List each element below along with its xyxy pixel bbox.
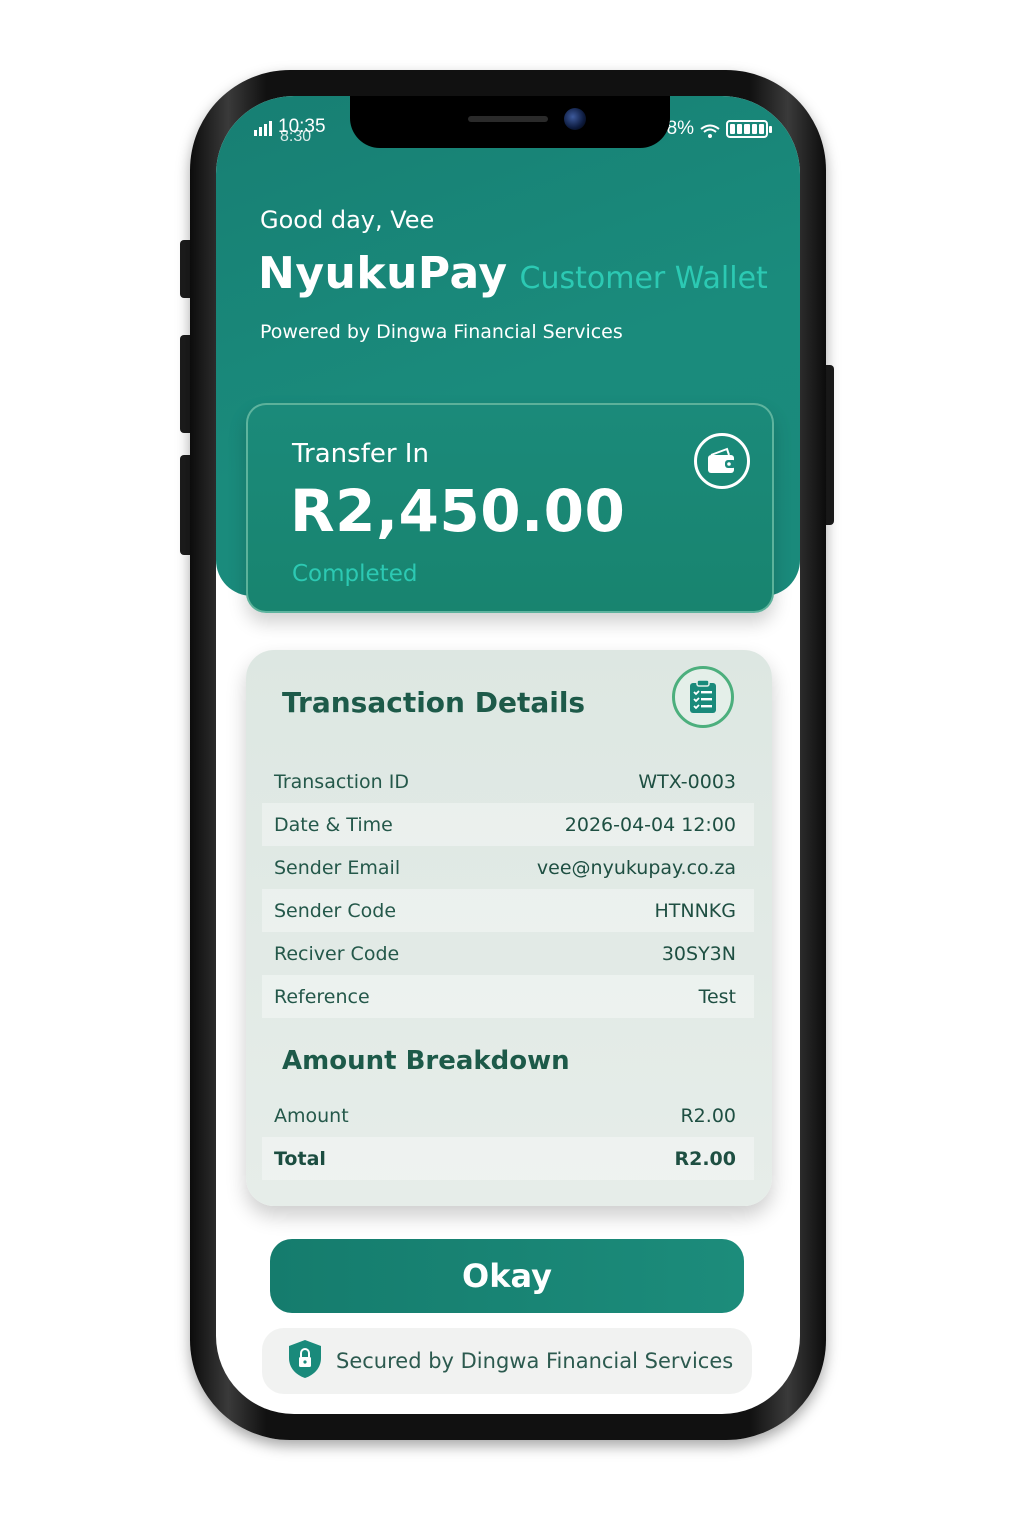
front-camera — [564, 108, 586, 130]
details-list: Transaction ID WTX-0003 Date & Time 2026… — [262, 760, 754, 1018]
greeting-text: Good day, Vee — [260, 206, 435, 234]
brand-name: NyukuPay — [258, 248, 508, 299]
detail-value: Test — [698, 985, 736, 1008]
breakdown-row-amount: Amount R2.00 — [262, 1094, 754, 1137]
detail-row-sender-code: Sender Code HTNNKG — [262, 889, 754, 932]
transfer-summary-card: Transfer In R2,450.00 Completed — [246, 403, 774, 613]
details-title: Transaction Details — [282, 686, 586, 719]
stage: 10:35 8:30 98% Good day, Vee NyukuPay Cu… — [0, 0, 1024, 1536]
detail-row-date-time: Date & Time 2026-04-04 12:00 — [262, 803, 754, 846]
okay-button[interactable]: Okay — [270, 1239, 744, 1313]
detail-row-transaction-id: Transaction ID WTX-0003 — [262, 760, 754, 803]
speaker-grille — [468, 116, 548, 122]
transfer-amount: R2,450.00 — [290, 477, 626, 545]
camera-notch — [350, 96, 670, 148]
detail-label: Transaction ID — [274, 770, 409, 793]
status-bar-left: 10:35 8:30 — [254, 117, 326, 145]
breakdown-title: Amount Breakdown — [282, 1046, 570, 1076]
battery-icon — [726, 120, 773, 138]
breakdown-list: Amount R2.00 Total R2.00 — [262, 1094, 754, 1180]
breakdown-row-total: Total R2.00 — [262, 1137, 754, 1180]
brand-subtitle: Customer Wallet — [519, 261, 768, 296]
breakdown-label: Amount — [274, 1104, 349, 1127]
signal-icon — [254, 120, 272, 136]
wifi-icon — [700, 122, 720, 138]
detail-row-reference: Reference Test — [262, 975, 754, 1018]
detail-label: Sender Email — [274, 856, 401, 879]
phone-screen: 10:35 8:30 98% Good day, Vee NyukuPay Cu… — [216, 96, 800, 1414]
breakdown-label: Total — [274, 1147, 326, 1170]
wallet-icon — [694, 433, 750, 489]
app-title: NyukuPay Customer Wallet — [258, 248, 768, 299]
security-footer: Secured by Dingwa Financial Services — [262, 1328, 752, 1394]
detail-row-sender-email: Sender Email vee@nyukupay.co.za — [262, 846, 754, 889]
powered-by-text: Powered by Dingwa Financial Services — [260, 321, 623, 343]
detail-value: vee@nyukupay.co.za — [536, 856, 736, 879]
detail-label: Sender Code — [274, 899, 397, 922]
detail-value: 30SY3N — [661, 942, 736, 965]
detail-value: HTNNKG — [654, 899, 736, 922]
status-time-group: 10:35 8:30 — [278, 117, 326, 145]
detail-label: Date & Time — [274, 813, 393, 836]
transaction-details-card: Transaction Details Transaction ID WTX-0… — [246, 650, 772, 1206]
detail-value: 2026-04-04 12:00 — [564, 813, 736, 836]
status-time-overlay: 8:30 — [280, 128, 312, 145]
breakdown-value: R2.00 — [680, 1104, 736, 1127]
breakdown-value: R2.00 — [674, 1147, 736, 1170]
clipboard-checklist-icon — [672, 666, 734, 728]
detail-row-receiver-code: Reciver Code 30SY3N — [262, 932, 754, 975]
transfer-status: Completed — [292, 561, 418, 587]
detail-label: Reference — [274, 985, 370, 1008]
detail-value: WTX-0003 — [638, 770, 736, 793]
security-text: Secured by Dingwa Financial Services — [336, 1349, 734, 1373]
status-bar-right: 98% — [656, 118, 773, 140]
shield-lock-icon — [286, 1338, 324, 1384]
transfer-type-label: Transfer In — [292, 439, 429, 469]
detail-label: Reciver Code — [274, 942, 400, 965]
